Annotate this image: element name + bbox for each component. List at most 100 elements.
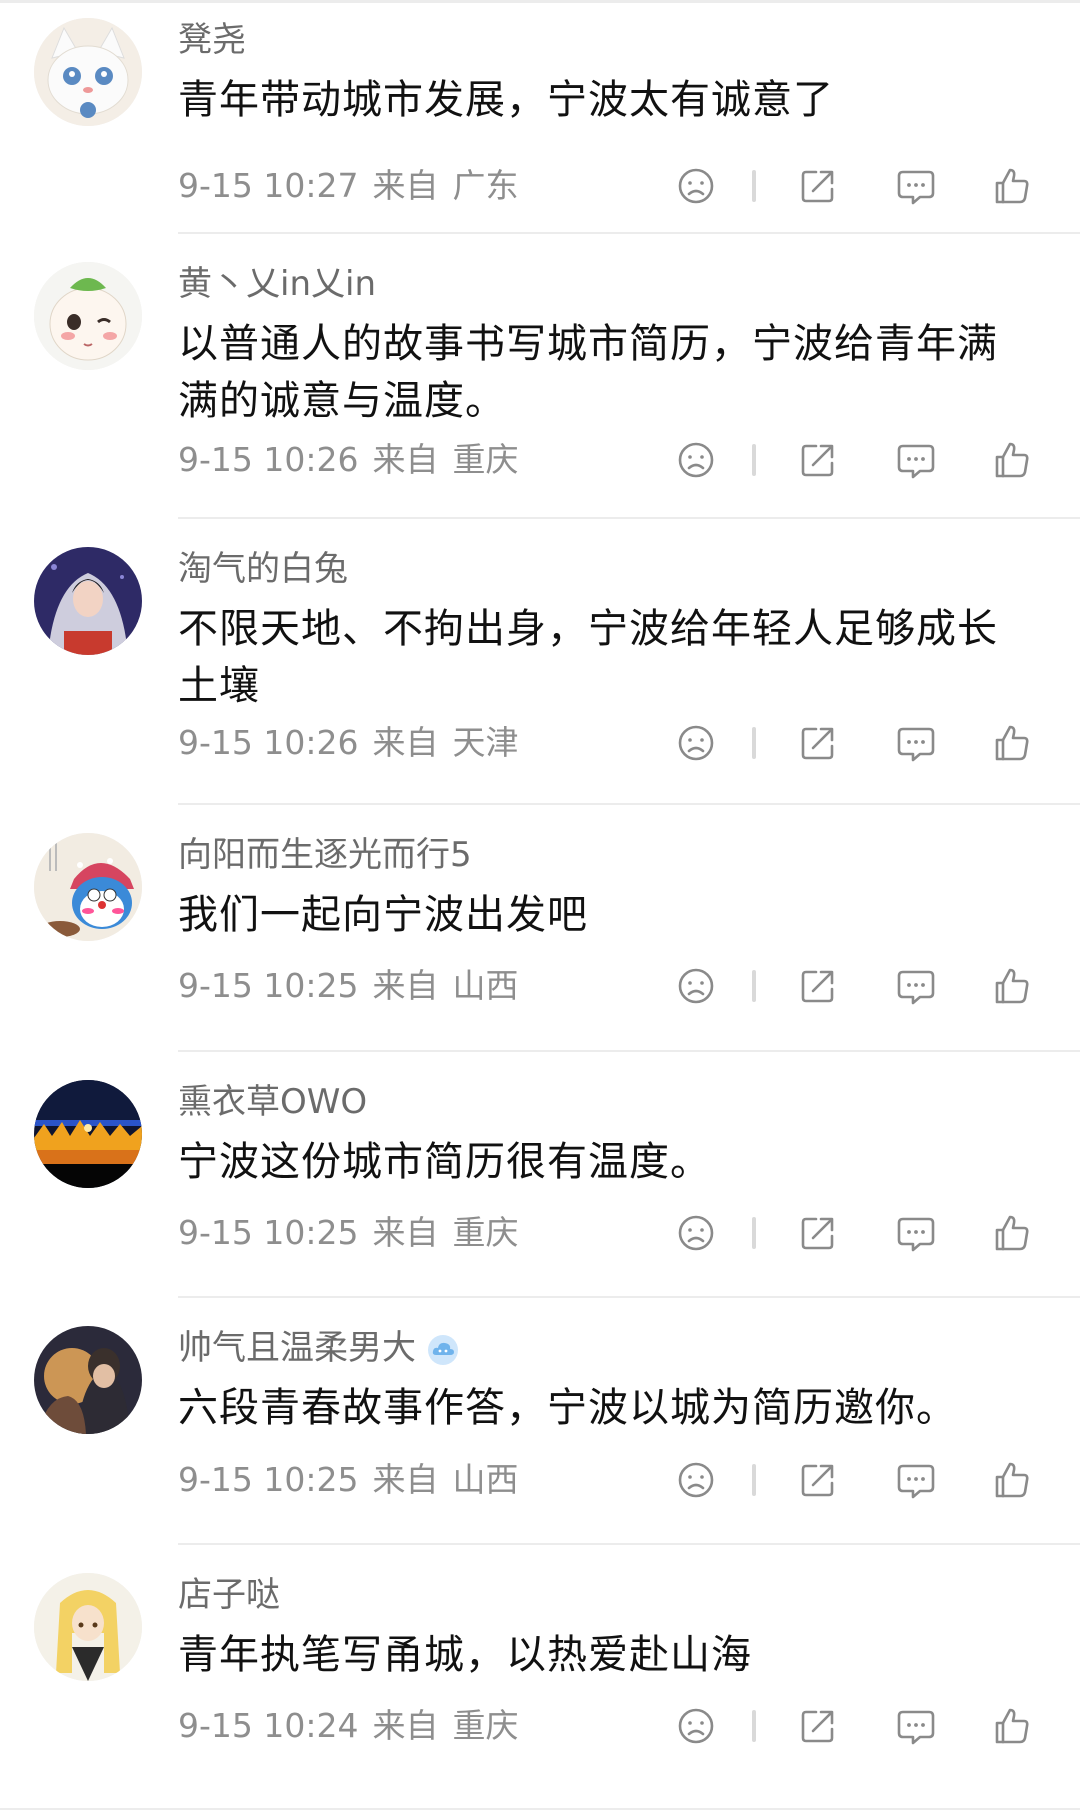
comment-meta: 9-15 10:25 来自 山西 <box>178 1458 519 1502</box>
share-button[interactable] <box>794 436 842 484</box>
dislike-button[interactable] <box>672 162 720 210</box>
user-avatar[interactable] <box>34 18 142 126</box>
bottom-divider <box>0 1808 1080 1810</box>
reply-button[interactable] <box>892 436 940 484</box>
comment-from-label: 来自 <box>372 723 439 762</box>
username-text[interactable]: 淘气的白兔 <box>178 549 348 589</box>
comment-actions <box>672 162 1042 210</box>
user-avatar[interactable] <box>34 1326 142 1434</box>
comment-from-label: 来自 <box>372 1213 439 1252</box>
sad-face-icon <box>672 962 720 1010</box>
comment-location: 天津 <box>452 723 519 762</box>
dislike-button[interactable] <box>672 962 720 1010</box>
share-button[interactable] <box>794 1702 842 1750</box>
comment-date: 9-15 10:27 <box>178 166 359 205</box>
cloud-badge-icon <box>426 1333 460 1367</box>
action-separator <box>752 727 756 759</box>
share-icon <box>794 1209 842 1257</box>
thumbs-up-icon <box>988 162 1036 210</box>
like-button[interactable] <box>988 436 1036 484</box>
username[interactable]: 黄丶乂in乂in <box>178 262 376 306</box>
comment-meta: 9-15 10:25 来自 山西 <box>178 964 519 1008</box>
sad-face-icon <box>672 719 720 767</box>
thumbs-up-icon <box>988 1456 1036 1504</box>
comment-actions <box>672 962 1042 1010</box>
user-avatar[interactable] <box>34 1573 142 1681</box>
username[interactable]: 帅气且温柔男大 <box>178 1326 460 1370</box>
comment-divider <box>178 1050 1080 1052</box>
dislike-button[interactable] <box>672 1456 720 1504</box>
reply-button[interactable] <box>892 962 940 1010</box>
username-text[interactable]: 凳尧 <box>178 20 246 60</box>
comment-text: 青年带动城市发展，宁波太有诚意了 <box>178 77 834 123</box>
sad-face-icon <box>672 1209 720 1257</box>
like-button[interactable] <box>988 162 1036 210</box>
comment-bubble-icon <box>892 962 940 1010</box>
user-avatar[interactable] <box>34 1080 142 1188</box>
comment-bubble-icon <box>892 719 940 767</box>
comment-location: 重庆 <box>452 440 519 479</box>
username[interactable]: 店子哒 <box>178 1573 280 1617</box>
user-avatar[interactable] <box>34 833 142 941</box>
share-button[interactable] <box>794 962 842 1010</box>
reply-button[interactable] <box>892 1209 940 1257</box>
share-icon <box>794 162 842 210</box>
username[interactable]: 熏衣草OWO <box>178 1080 367 1124</box>
share-icon <box>794 1702 842 1750</box>
comment-text: 六段青春故事作答，宁波以城为简历邀你。 <box>178 1385 957 1431</box>
comment-divider <box>178 803 1080 805</box>
share-button[interactable] <box>794 1209 842 1257</box>
username-text[interactable]: 店子哒 <box>178 1575 280 1615</box>
comment-bubble-icon <box>892 1702 940 1750</box>
reply-button[interactable] <box>892 1456 940 1504</box>
share-button[interactable] <box>794 162 842 210</box>
comment-bubble-icon <box>892 162 940 210</box>
dislike-button[interactable] <box>672 1209 720 1257</box>
username-text[interactable]: 向阳而生逐光而行5 <box>178 835 472 875</box>
like-button[interactable] <box>988 719 1036 767</box>
like-button[interactable] <box>988 962 1036 1010</box>
comment-text: 我们一起向宁波出发吧 <box>178 892 588 938</box>
share-button[interactable] <box>794 719 842 767</box>
comment-actions <box>672 1702 1042 1750</box>
share-button[interactable] <box>794 1456 842 1504</box>
user-avatar[interactable] <box>34 262 142 370</box>
username-text[interactable]: 帅气且温柔男大 <box>178 1328 416 1368</box>
username-text[interactable]: 黄丶乂in乂in <box>178 264 376 304</box>
thumbs-up-icon <box>988 962 1036 1010</box>
like-button[interactable] <box>988 1209 1036 1257</box>
username[interactable]: 凳尧 <box>178 18 246 62</box>
action-separator <box>752 170 756 202</box>
reply-button[interactable] <box>892 1702 940 1750</box>
comment-from-label: 来自 <box>372 966 439 1005</box>
username-text[interactable]: 熏衣草OWO <box>178 1082 367 1122</box>
like-button[interactable] <box>988 1456 1036 1504</box>
sad-face-icon <box>672 1456 720 1504</box>
comment-date: 9-15 10:26 <box>178 440 359 479</box>
reply-button[interactable] <box>892 162 940 210</box>
comment-date: 9-15 10:25 <box>178 1460 359 1499</box>
username[interactable]: 淘气的白兔 <box>178 547 348 591</box>
like-button[interactable] <box>988 1702 1036 1750</box>
comment-meta: 9-15 10:26 来自 重庆 <box>178 438 519 482</box>
share-icon <box>794 962 842 1010</box>
dislike-button[interactable] <box>672 1702 720 1750</box>
thumbs-up-icon <box>988 719 1036 767</box>
comment-date: 9-15 10:24 <box>178 1706 359 1745</box>
username[interactable]: 向阳而生逐光而行5 <box>178 833 472 877</box>
user-avatar[interactable] <box>34 547 142 655</box>
comment-from-label: 来自 <box>372 1460 439 1499</box>
comment-date: 9-15 10:26 <box>178 723 359 762</box>
comment-meta: 9-15 10:27 来自 广东 <box>178 164 519 208</box>
reply-button[interactable] <box>892 719 940 767</box>
sad-face-icon <box>672 436 720 484</box>
sad-face-icon <box>672 162 720 210</box>
dislike-button[interactable] <box>672 719 720 767</box>
comment-text: 不限天地、不拘出身，宁波给年轻人足够成长土壤 <box>178 606 998 709</box>
comment-location: 重庆 <box>452 1213 519 1252</box>
action-separator <box>752 970 756 1002</box>
action-separator <box>752 444 756 476</box>
share-icon <box>794 1456 842 1504</box>
comment-divider <box>178 1296 1080 1298</box>
dislike-button[interactable] <box>672 436 720 484</box>
